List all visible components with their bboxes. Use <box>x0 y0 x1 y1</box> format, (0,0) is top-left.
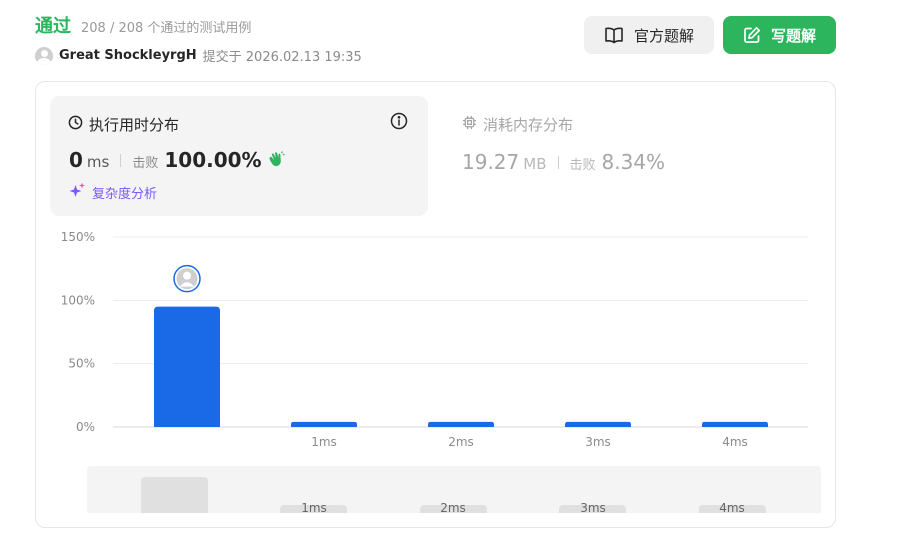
scrubber-bar <box>141 477 208 513</box>
chart-range-scrubber[interactable]: 1ms 2ms 3ms 4ms <box>87 466 821 513</box>
chart-bar[interactable] <box>428 421 494 427</box>
x-tick-label: 2ms <box>448 435 474 449</box>
scrubber-label: 3ms <box>580 501 606 513</box>
y-tick-label: 100% <box>61 293 95 307</box>
x-tick-label: 4ms <box>722 435 748 449</box>
scrubber-label: 1ms <box>301 501 327 513</box>
chart-bar[interactable] <box>291 421 357 427</box>
x-tick-label: 1ms <box>311 435 337 449</box>
runtime-distribution-chart[interactable]: 0% 50% 100% 150% 1ms 2ms 3ms 4ms <box>0 0 906 470</box>
avatar-head <box>183 271 191 280</box>
x-tick-label: 3ms <box>585 435 611 449</box>
chart-bar[interactable] <box>702 421 768 427</box>
scrubber-label: 4ms <box>719 501 745 513</box>
y-tick-label: 150% <box>61 230 95 244</box>
chart-bar[interactable] <box>565 421 631 427</box>
scrubber-label: 2ms <box>440 501 466 513</box>
y-tick-label: 50% <box>68 357 95 371</box>
y-tick-label: 0% <box>76 420 95 434</box>
chart-bar[interactable] <box>154 306 220 427</box>
